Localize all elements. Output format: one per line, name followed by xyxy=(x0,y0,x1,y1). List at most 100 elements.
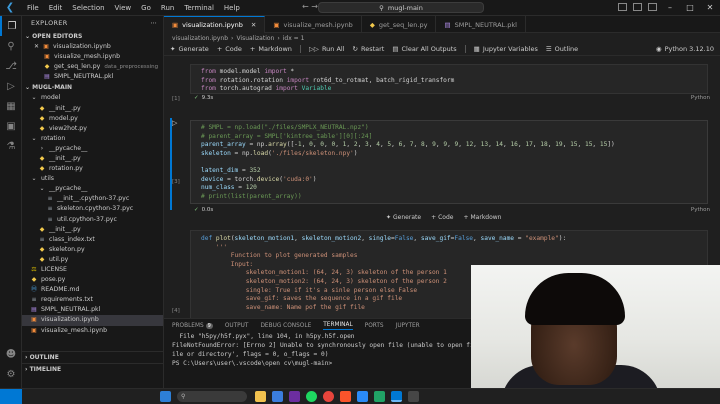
generate-button[interactable]: ✦ Generate xyxy=(170,45,209,53)
close-icon[interactable]: ✕ xyxy=(34,42,39,52)
manage-gear-icon[interactable]: ⚙ xyxy=(0,364,22,384)
open-editor-item[interactable]: ◆ get_seq_len.py data_preprocessing xyxy=(22,62,163,72)
restart-button[interactable]: ↻ Restart xyxy=(353,45,385,53)
nav-arrows[interactable]: ← → xyxy=(302,2,318,11)
folder-item[interactable]: ⌄ utils xyxy=(22,174,163,184)
remote-indicator[interactable] xyxy=(0,388,22,404)
tab-visualize-mesh-ipynb[interactable]: ▣ visualize_mesh.ipynb xyxy=(265,16,362,33)
close-window-button[interactable]: ✕ xyxy=(700,0,720,16)
outline-button[interactable]: ☰ Outline xyxy=(546,45,578,53)
file-item[interactable]: ◆ util.py xyxy=(22,255,163,265)
panel-tab-debug-console[interactable]: DEBUG CONSOLE xyxy=(260,323,311,329)
file-item[interactable]: ◆ __init__.py xyxy=(22,103,163,113)
excel-icon[interactable] xyxy=(374,391,385,402)
panel-tab-jupyter[interactable]: JUPYTER xyxy=(396,323,420,329)
breadcrumb-item[interactable]: visualization.ipynb xyxy=(172,35,228,42)
file-item[interactable]: ≡ __init__.cpython-37.pyc xyxy=(22,194,163,204)
cell-language[interactable]: Python xyxy=(691,95,710,101)
panel-tab-problems[interactable]: PROBLEMS 9 xyxy=(172,322,213,329)
more-actions-icon[interactable]: ⋯ xyxy=(150,16,157,31)
chrome-icon[interactable] xyxy=(323,391,334,402)
terminal-taskbar-icon[interactable] xyxy=(408,391,419,402)
file-item[interactable]: ≡ class_index.txt xyxy=(22,235,163,245)
toggle-sidebar-icon[interactable] xyxy=(618,3,627,11)
file-item[interactable]: ≡ util.cpython-37.pyc xyxy=(22,215,163,225)
open-editor-item[interactable]: ✕ ▣ visualization.ipynb xyxy=(22,42,163,52)
file-item[interactable]: ◆ model.py xyxy=(22,114,163,124)
timeline-section[interactable]: › TIMELINE xyxy=(22,363,163,374)
edge-icon[interactable] xyxy=(272,391,283,402)
folder-item[interactable]: ⌄ __pycache__ xyxy=(22,184,163,194)
toggle-secondary-sidebar-icon[interactable] xyxy=(648,3,657,11)
code-cell[interactable]: # SMPL = np.load("./files/SMPLX_NEUTRAL.… xyxy=(190,120,708,204)
file-item[interactable]: ≡ requirements.txt xyxy=(22,295,163,305)
insert-markdown-button[interactable]: + Markdown xyxy=(463,214,501,221)
file-item[interactable]: ≡ skeleton.cpython-37.pyc xyxy=(22,204,163,214)
cell-language[interactable]: Python xyxy=(691,207,710,213)
add-code-button[interactable]: + Code xyxy=(217,45,242,53)
menu-file[interactable]: File xyxy=(22,4,44,12)
tab-get-seq-len-py[interactable]: ◆ get_seq_len.py xyxy=(362,16,437,33)
file-item[interactable]: ▤ SMPL_NEUTRAL.pkl xyxy=(22,305,163,315)
jupyter-variables-button[interactable]: ▦ Jupyter Variables xyxy=(474,45,538,53)
account-icon[interactable]: ☻ xyxy=(0,344,22,364)
outline-section[interactable]: › OUTLINE xyxy=(22,352,163,363)
file-explorer-icon[interactable] xyxy=(255,391,266,402)
run-debug-icon[interactable]: ▷ xyxy=(0,76,22,96)
file-item[interactable]: ▣ visualize_mesh.ipynb xyxy=(22,326,163,336)
open-editor-item[interactable]: ▤ SMPL_NEUTRAL.pkl xyxy=(22,72,163,82)
add-markdown-button[interactable]: + Markdown xyxy=(250,45,292,53)
open-editors-section[interactable]: ⌄ OPEN EDITORS xyxy=(22,31,163,42)
menu-edit[interactable]: Edit xyxy=(44,4,68,12)
toggle-panel-icon[interactable] xyxy=(633,3,642,11)
file-item[interactable]: ◆ view2hot.py xyxy=(22,124,163,134)
maximize-button[interactable]: □ xyxy=(680,0,700,16)
folder-item[interactable]: › __pycache__ xyxy=(22,144,163,154)
breadcrumb-item[interactable]: Visualization xyxy=(236,35,274,42)
menu-view[interactable]: View xyxy=(110,4,137,12)
teams-icon[interactable] xyxy=(289,391,300,402)
store-icon[interactable] xyxy=(357,391,368,402)
file-item[interactable]: ◆ skeleton.py xyxy=(22,245,163,255)
explorer-icon[interactable]: ❐ xyxy=(0,16,22,36)
tab-smpl-neutral-pkl[interactable]: ▤ SMPL_NEUTRAL.pkl xyxy=(436,16,526,33)
file-item[interactable]: ◆ __init__.py xyxy=(22,154,163,164)
command-center[interactable]: ⚲ mugl-main xyxy=(318,2,484,13)
panel-tab-ports[interactable]: PORTS xyxy=(365,323,384,329)
breadcrumb-item[interactable]: idx = 1 xyxy=(283,35,305,42)
menu-go[interactable]: Go xyxy=(136,4,156,12)
open-editor-item[interactable]: ▣ visualize_mesh.ipynb xyxy=(22,52,163,62)
search-icon[interactable]: ⚲ xyxy=(0,36,22,56)
project-section[interactable]: ⌄ MUGL-MAIN xyxy=(22,82,163,93)
file-item[interactable]: ⚖ LICENSE xyxy=(22,265,163,275)
kernel-picker[interactable]: ◉ Python 3.12.10 xyxy=(656,45,714,53)
source-control-icon[interactable]: ⎇ xyxy=(0,56,22,76)
minimize-button[interactable]: – xyxy=(660,0,680,16)
file-item[interactable]: ◆ pose.py xyxy=(22,275,163,285)
run-cell-icon[interactable]: ▷ xyxy=(172,119,177,127)
file-item[interactable]: ▣ visualization.ipynb xyxy=(22,315,163,326)
menu-terminal[interactable]: Terminal xyxy=(179,4,219,12)
close-icon[interactable]: ✕ xyxy=(251,21,256,29)
folder-item[interactable]: ⌄ model xyxy=(22,93,163,103)
insert-code-button[interactable]: + Code xyxy=(431,214,453,221)
tab-visualization-ipynb[interactable]: ▣ visualization.ipynb ✕ xyxy=(164,16,266,33)
code-cell[interactable]: from model.model import * from rotation.r… xyxy=(190,64,708,94)
panel-tab-terminal[interactable]: TERMINAL xyxy=(323,322,353,330)
panel-tab-output[interactable]: OUTPUT xyxy=(225,323,249,329)
menu-run[interactable]: Run xyxy=(156,4,179,12)
folder-item[interactable]: ⌄ rotation xyxy=(22,134,163,144)
extensions-icon[interactable]: ▦ xyxy=(0,96,22,116)
vscode-taskbar-icon[interactable] xyxy=(391,391,402,402)
spotify-icon[interactable] xyxy=(306,391,317,402)
brave-icon[interactable] xyxy=(340,391,351,402)
run-all-button[interactable]: ▷▷ Run All xyxy=(309,45,345,53)
testing-icon[interactable]: ⚗ xyxy=(0,136,22,156)
insert-generate-button[interactable]: ✦ Generate xyxy=(386,214,421,221)
menu-selection[interactable]: Selection xyxy=(67,4,109,12)
taskbar-search[interactable]: ⚲ xyxy=(177,391,247,402)
file-item[interactable]: ◆ __init__.py xyxy=(22,225,163,235)
remote-explorer-icon[interactable]: ▣ xyxy=(0,116,22,136)
clear-outputs-button[interactable]: ▤ Clear All Outputs xyxy=(392,45,456,53)
file-item[interactable]: Ⓜ README.md xyxy=(22,285,163,295)
